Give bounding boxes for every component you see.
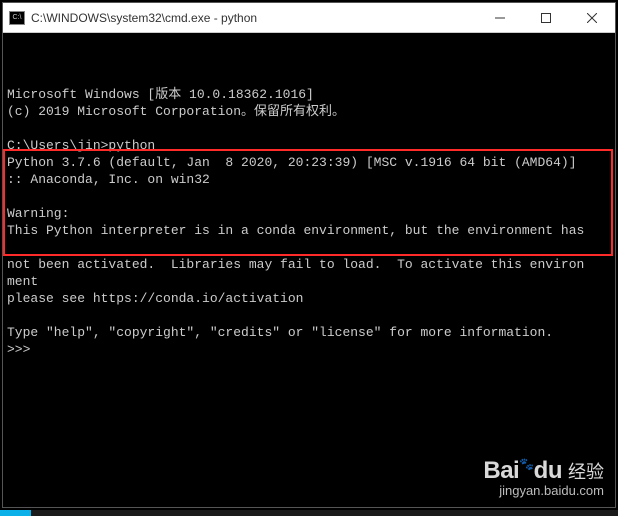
terminal-line: Microsoft Windows [版本 10.0.18362.1016] xyxy=(7,86,611,103)
taskbar-edge xyxy=(0,510,618,516)
paw-icon: 🐾 xyxy=(519,457,533,471)
terminal-line: >>> xyxy=(7,341,611,358)
terminal-line: please see https://conda.io/activation xyxy=(7,290,611,307)
close-button[interactable] xyxy=(569,3,615,32)
terminal-line: not been activated. Libraries may fail t… xyxy=(7,256,611,273)
cmd-icon: C:\ xyxy=(9,11,25,25)
terminal-line: (c) 2019 Microsoft Corporation。保留所有权利。 xyxy=(7,103,611,120)
terminal-output[interactable]: Microsoft Windows [版本 10.0.18362.1016](c… xyxy=(3,33,615,507)
terminal-line: Warning: xyxy=(7,205,611,222)
terminal-line: :: Anaconda, Inc. on win32 xyxy=(7,171,611,188)
cmd-window: C:\ C:\WINDOWS\system32\cmd.exe - python… xyxy=(2,2,616,508)
close-icon xyxy=(587,13,597,23)
maximize-button[interactable] xyxy=(523,3,569,32)
watermark-url: jingyan.baidu.com xyxy=(483,483,604,498)
terminal-line: Python 3.7.6 (default, Jan 8 2020, 20:23… xyxy=(7,154,611,171)
terminal-line xyxy=(7,120,611,137)
terminal-line: This Python interpreter is in a conda en… xyxy=(7,222,611,239)
titlebar[interactable]: C:\ C:\WINDOWS\system32\cmd.exe - python xyxy=(3,3,615,33)
watermark: Bai🐾du 经验 jingyan.baidu.com xyxy=(483,457,604,498)
watermark-cn: 经验 xyxy=(568,458,604,484)
terminal-line: C:\Users\jin>python xyxy=(7,137,611,154)
maximize-icon xyxy=(541,13,551,23)
window-title: C:\WINDOWS\system32\cmd.exe - python xyxy=(31,11,477,25)
terminal-line: Type "help", "copyright", "credits" or "… xyxy=(7,324,611,341)
terminal-line: ment xyxy=(7,273,611,290)
minimize-icon xyxy=(495,13,505,23)
watermark-brand: Bai🐾du xyxy=(483,457,562,485)
minimize-button[interactable] xyxy=(477,3,523,32)
window-controls xyxy=(477,3,615,32)
terminal-line xyxy=(7,307,611,324)
terminal-line xyxy=(7,188,611,205)
terminal-line xyxy=(7,239,611,256)
